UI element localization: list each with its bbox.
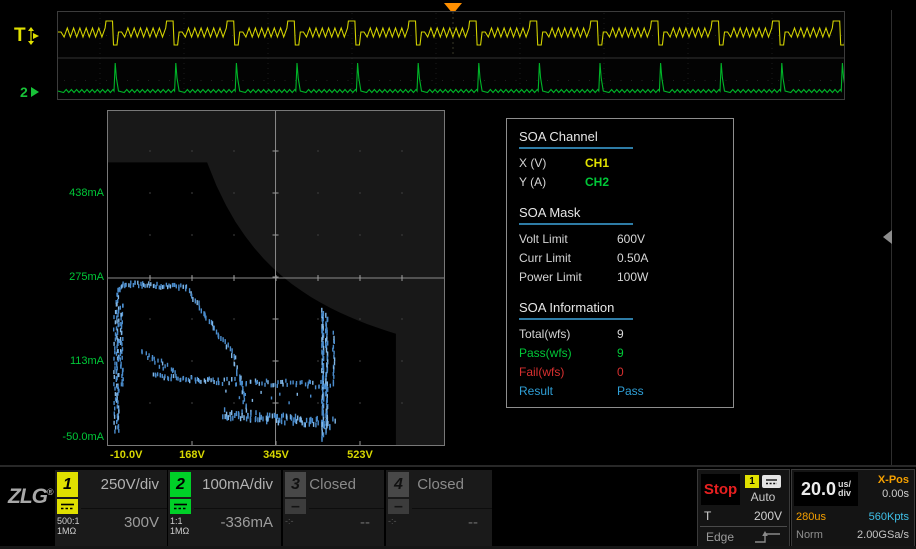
capture-window: 280us (796, 511, 826, 523)
soa-xy-plot (107, 110, 445, 446)
ch2-arrow-icon (29, 86, 41, 98)
channel-4-offset: -- (468, 514, 478, 531)
channel-3-probe: -:- (285, 516, 294, 526)
channel-4-coupling-icon: – (388, 499, 409, 514)
trigger-mode[interactable]: Auto (742, 490, 784, 504)
channel-1-scale: 250V/div (101, 476, 159, 493)
trigger-source-badge[interactable]: 1 (745, 475, 759, 488)
channel-3-scale: Closed (309, 476, 356, 493)
channel-3-offset: -- (360, 514, 370, 531)
channel-3-badge[interactable]: 3 (285, 472, 306, 497)
brand-logo: ZLG® (8, 485, 54, 509)
section-underline (519, 147, 633, 149)
soa-channel-heading: SOA Channel (519, 129, 733, 145)
ch1-marker-label: T (14, 25, 26, 47)
timebase-scale: 20.0 (801, 479, 836, 500)
x-axis-tick: 523V (347, 449, 373, 461)
soa-information-heading: SOA Information (519, 300, 733, 316)
channel-1-badge[interactable]: 1 (57, 472, 78, 497)
channel-3-coupling-icon: – (285, 499, 306, 514)
run-state-badge[interactable]: Stop (701, 474, 740, 505)
status-bar: ZLG® 1 500:11MΩ 250V/div 300V 2 1:11MΩ 1… (0, 465, 916, 549)
timebase-block[interactable]: 20.0 us/ div X-Pos 0.00s 280us 560Kpts N… (791, 469, 915, 547)
channel-1-offset: 300V (124, 514, 159, 531)
channel-4-badge[interactable]: 4 (388, 472, 409, 497)
ch1-trigger-marker[interactable]: T (14, 25, 40, 47)
trigger-type[interactable]: Edge (706, 530, 734, 544)
channel-2-offset: -336mA (220, 514, 273, 531)
channel-2-scale: 100mA/div (202, 476, 273, 493)
memory-depth: 560Kpts (869, 511, 909, 523)
soa-row-fail: Fail(wfs) 0 (519, 365, 733, 384)
menu-collapse-icon[interactable] (883, 230, 892, 244)
x-axis-tick: -10.0V (110, 449, 142, 461)
trigger-level-value: 200V (754, 509, 782, 523)
waveform-traces (58, 12, 844, 99)
oscilloscope-screen: T 2 438mA 275mA 113mA -50.0mA -10.0V 168… (0, 0, 916, 549)
xpos-value: 0.00s (882, 488, 909, 500)
soa-row-power: Power Limit 100W (519, 270, 733, 289)
channel-2-block[interactable]: 2 1:11MΩ 100mA/div -336mA (168, 470, 281, 546)
soa-row-total: Total(wfs) 9 (519, 327, 733, 346)
soa-mask-heading: SOA Mask (519, 205, 733, 221)
channel-2-probe: 1:11MΩ (170, 516, 189, 536)
section-underline (519, 223, 633, 225)
soa-plot-canvas (108, 111, 444, 445)
channel-2-badge[interactable]: 2 (170, 472, 191, 497)
channel-1-block[interactable]: 1 500:11MΩ 250V/div 300V (55, 470, 167, 546)
xpos-label: X-Pos (878, 474, 909, 486)
x-axis-tick: 168V (179, 449, 205, 461)
soa-row-pass: Pass(wfs) 9 (519, 346, 733, 365)
trigger-level-arrows-icon (27, 25, 40, 47)
y-axis-tick: 113mA (36, 355, 104, 367)
channel-4-probe: -:- (388, 516, 397, 526)
soa-row-volt: Volt Limit 600V (519, 232, 733, 251)
channel-4-block[interactable]: 4 – -:- Closed -- (386, 470, 492, 546)
y-axis-tick: -50.0mA (36, 431, 104, 443)
trigger-coupling-icon (762, 475, 781, 488)
channel-3-block[interactable]: 3 – -:- Closed -- (283, 470, 384, 546)
channel-1-coupling-icon (57, 499, 78, 514)
sample-rate: 2.00GSa/s (857, 529, 909, 541)
soa-row-y: Y (A) CH2 (519, 175, 733, 194)
timebase-unit: us/ div (838, 480, 851, 498)
soa-row-curr: Curr Limit 0.50A (519, 251, 733, 270)
rising-edge-icon (753, 530, 783, 545)
ch2-ground-marker[interactable]: 2 (20, 84, 41, 100)
waveform-strip (57, 11, 845, 100)
x-axis-tick: 345V (263, 449, 289, 461)
soa-info-panel: SOA Channel X (V) CH1 Y (A) CH2 SOA Mask… (506, 118, 734, 408)
trigger-block[interactable]: Stop 1 Auto T 200V Edge (697, 469, 790, 547)
section-underline (519, 318, 633, 320)
y-axis-tick: 438mA (36, 187, 104, 199)
channel-2-coupling-icon (170, 499, 191, 514)
y-axis-tick: 275mA (36, 271, 104, 283)
trigger-level-label: T (704, 509, 711, 523)
timebase-scale-box[interactable]: 20.0 us/ div (794, 472, 858, 506)
soa-row-x: X (V) CH1 (519, 156, 733, 175)
channel-4-scale: Closed (417, 476, 464, 493)
ch2-marker-label: 2 (20, 84, 28, 100)
soa-row-result: Result Pass (519, 384, 733, 403)
channel-1-probe: 500:11MΩ (57, 516, 80, 536)
acquisition-mode: Norm (796, 529, 823, 541)
